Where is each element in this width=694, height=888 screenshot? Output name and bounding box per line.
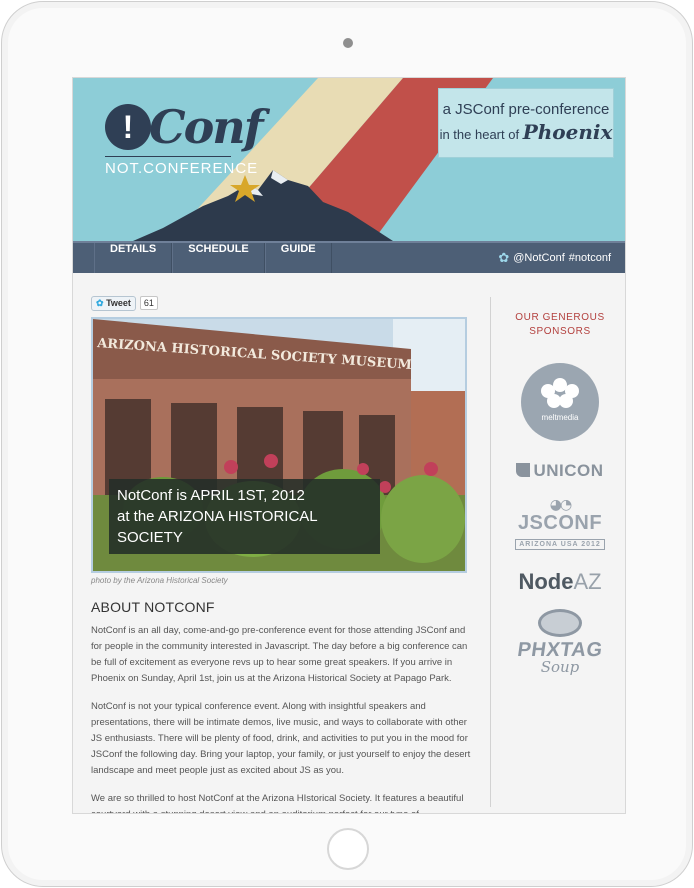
logo-mark: !	[105, 104, 151, 150]
sponsors-title: OUR GENEROUS SPONSORS	[493, 311, 625, 339]
logo-subtitle: NOT.CONFERENCE	[105, 156, 257, 177]
sponsor-meltmedia-logo[interactable]: meltmedia	[521, 363, 599, 441]
twitter-bird-icon: ✿	[498, 250, 510, 265]
tagline-prefix: in the heart of	[439, 127, 520, 142]
browser-screen: ! Conf NOT.CONFERENCE a JSConf pre-confe…	[72, 77, 626, 814]
longhorn-icon: ◕◔	[549, 497, 572, 513]
about-paragraph-1: NotConf is an all day, come-and-go pre-c…	[91, 625, 468, 684]
site-header: ! Conf NOT.CONFERENCE a JSConf pre-confe…	[73, 78, 625, 241]
meltmedia-label: meltmedia	[541, 413, 579, 422]
tagline-box: a JSConf pre-conference in the heart of …	[438, 88, 614, 158]
about-paragraph-2: NotConf is not your typical conference e…	[91, 701, 471, 776]
tweet-count: 61	[139, 296, 158, 310]
unicon-mark-icon	[516, 463, 531, 477]
page-content: ✿ Tweet 61 ARIZONA HISTORICAL SOCIETY MU…	[73, 273, 625, 813]
phxtag-label: PHXTAG	[516, 639, 605, 661]
logo-word: Conf	[149, 100, 264, 154]
sponsor-phxtagsoup-logo[interactable]: PHXTAG Soup	[493, 609, 625, 676]
sponsors-title-line2: SPONSORS	[529, 326, 591, 337]
main-nav: DETAILS SCHEDULE GUIDE ✿ @NotConf #notco…	[73, 241, 625, 273]
nodeaz-az: AZ	[573, 569, 602, 594]
tweet-button[interactable]: ✿ Tweet	[91, 295, 136, 311]
sponsors-sidebar: OUR GENEROUS SPONSORS meltmedia UNICON ◕…	[493, 311, 625, 676]
tablet-frame: ! Conf NOT.CONFERENCE a JSConf pre-confe…	[1, 1, 693, 887]
banner-line1: NotConf is APRIL 1ST, 2012	[117, 487, 305, 504]
sponsors-title-line1: OUR GENEROUS	[515, 312, 605, 323]
jsconf-sub-label: ARIZONA USA 2012	[515, 539, 605, 550]
tweet-widget: ✿ Tweet 61	[91, 295, 471, 311]
jsconf-label: JSCONF	[517, 512, 603, 534]
tweet-label: Tweet	[106, 297, 131, 308]
camera-dot	[343, 38, 353, 48]
hashtag-link[interactable]: #notconf	[569, 252, 611, 264]
sponsor-jsconf-logo[interactable]: ◕◔ JSCONF ARIZONA USA 2012	[493, 497, 625, 551]
tagline-city: Phoenix	[522, 120, 613, 144]
sponsor-nodeaz-logo[interactable]: NodeAZ	[493, 569, 625, 595]
about-paragraph-3: We are so thrilled to host NotConf at th…	[91, 793, 464, 813]
twitter-bird-icon: ✿	[96, 297, 104, 308]
sponsor-unicon-logo[interactable]: UNICON	[493, 461, 625, 481]
twitter-handle-link[interactable]: @NotConf	[513, 252, 565, 264]
unicon-label: UNICON	[533, 461, 604, 480]
left-column: ✿ Tweet 61 ARIZONA HISTORICAL SOCIETY MU…	[91, 295, 471, 813]
nav-item-details[interactable]: DETAILS	[94, 243, 173, 273]
tagline-line2: in the heart of Phoenix	[439, 120, 613, 144]
photo-caption: photo by the Arizona Historical Society	[91, 576, 228, 585]
nav-item-schedule[interactable]: SCHEDULE	[172, 243, 265, 273]
notconf-logo[interactable]: ! Conf NOT.CONFERENCE	[105, 96, 265, 177]
about-heading: ABOUT NOTCONF	[91, 599, 215, 615]
social-links: ✿ @NotConf #notconf	[498, 243, 611, 273]
tagline-line1: a JSConf pre-conference	[442, 101, 610, 118]
meltmedia-mark-icon	[541, 378, 579, 408]
column-divider	[490, 297, 491, 807]
soup-bowl-icon	[538, 609, 582, 637]
home-button[interactable]	[327, 828, 369, 870]
banner-line3: SOCIETY	[117, 529, 183, 546]
nav-item-guide[interactable]: GUIDE	[264, 243, 332, 273]
nodeaz-node: Node	[518, 569, 574, 594]
banner-line2: at the ARIZONA HISTORICAL	[117, 508, 318, 525]
event-banner: NotConf is APRIL 1ST, 2012 at the ARIZON…	[109, 479, 380, 554]
hero-photo: ARIZONA HISTORICAL SOCIETY MUSEUM NotCon…	[91, 317, 467, 573]
